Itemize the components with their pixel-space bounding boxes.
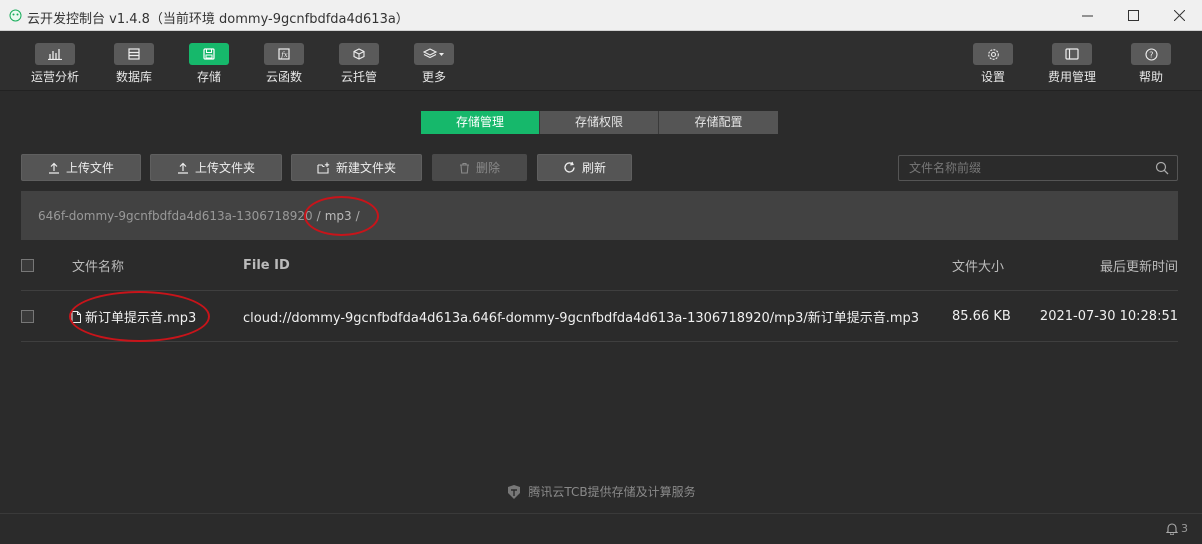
toolbar-item-analytics[interactable]: 运营分析 <box>20 43 90 85</box>
notification-indicator[interactable]: 3 <box>1166 522 1188 535</box>
file-name-cell[interactable]: 新订单提示音.mp3 <box>71 292 196 341</box>
function-icon: fx <box>278 48 290 60</box>
close-icon <box>1173 9 1185 21</box>
title-bar: 云开发控制台 v1.4.8（当前环境 dommy-9gcnfbdfda4d613… <box>0 0 1202 31</box>
new-folder-label: 新建文件夹 <box>335 161 396 175</box>
breadcrumb-root[interactable]: 646f-dommy-9gcnfbdfda4d613a-1306718920 <box>38 209 313 223</box>
help-icon: ? <box>1144 47 1158 61</box>
search-input[interactable] <box>909 161 1149 175</box>
window-title: 云开发控制台 v1.4.8（当前环境 dommy-9gcnfbdfda4d613… <box>27 12 409 27</box>
main-toolbar: 运营分析 数据库 存储 fx 云函数 云托管 更多 设置 费用管理 ? 帮助 <box>0 31 1202 91</box>
toolbar-item-label: 数据库 <box>115 70 152 84</box>
upload-folder-label: 上传文件夹 <box>194 161 255 175</box>
upload-icon <box>48 162 59 174</box>
file-updated: 2021-07-30 10:28:51 <box>1039 309 1178 324</box>
minimize-icon <box>1081 15 1093 16</box>
delete-button[interactable]: 删除 <box>432 154 527 181</box>
toolbar-item-more[interactable]: 更多 <box>399 43 469 85</box>
toolbar-item-functions[interactable]: fx 云函数 <box>249 43 319 85</box>
minimize-button[interactable] <box>1064 0 1110 30</box>
bell-icon <box>1166 523 1178 535</box>
toolbar-item-label: 云托管 <box>340 70 377 84</box>
header-file-size[interactable]: 文件大小 <box>952 241 1004 290</box>
billing-icon <box>1065 48 1079 60</box>
toolbar-item-label: 费用管理 <box>1047 70 1096 84</box>
header-file-name[interactable]: 文件名称 <box>72 241 124 290</box>
toolbar-item-database[interactable]: 数据库 <box>99 43 169 85</box>
tcb-logo-icon <box>508 484 521 499</box>
tab-storage-config[interactable]: 存储配置 <box>659 111 778 134</box>
new-folder-button[interactable]: 新建文件夹 <box>291 154 422 181</box>
upload-folder-button[interactable]: 上传文件夹 <box>150 154 282 181</box>
notification-count: 3 <box>1181 522 1188 535</box>
footer-text: 腾讯云TCB提供存储及计算服务 <box>528 485 696 499</box>
search-box <box>898 155 1178 181</box>
select-all-checkbox[interactable] <box>21 259 34 272</box>
storage-tabs: 存储管理 存储权限 存储配置 <box>421 111 778 134</box>
toolbar-item-label: 更多 <box>421 70 446 84</box>
upload-icon <box>177 162 188 174</box>
file-icon <box>71 310 81 323</box>
file-size: 85.66 KB <box>952 309 1011 324</box>
table-row[interactable]: 新订单提示音.mp3 cloud://dommy-9gcnfbdfda4d613… <box>21 292 1178 342</box>
refresh-label: 刷新 <box>581 161 606 175</box>
row-checkbox[interactable] <box>21 310 34 323</box>
trash-icon <box>459 162 469 174</box>
maximize-icon <box>1127 9 1139 21</box>
toolbar-item-label: 设置 <box>980 70 1005 84</box>
refresh-icon <box>564 161 575 173</box>
gear-icon <box>987 48 999 60</box>
breadcrumb-separator: / <box>316 208 321 223</box>
layers-icon <box>423 48 444 59</box>
database-icon <box>128 48 140 60</box>
bar-chart-icon <box>48 49 62 60</box>
upload-file-button[interactable]: 上传文件 <box>21 154 141 181</box>
toolbar-item-label: 存储 <box>196 70 221 84</box>
delete-label: 删除 <box>475 161 500 175</box>
maximize-button[interactable] <box>1110 0 1156 30</box>
toolbar-item-label: 运营分析 <box>30 70 79 84</box>
new-folder-icon <box>317 162 330 174</box>
file-name: 新订单提示音.mp3 <box>85 311 197 326</box>
upload-file-label: 上传文件 <box>65 161 114 175</box>
cube-icon <box>353 48 365 60</box>
close-button[interactable] <box>1156 0 1202 30</box>
save-icon <box>203 48 215 60</box>
footer-note: 腾讯云TCB提供存储及计算服务 <box>0 483 1202 500</box>
breadcrumb-current[interactable]: mp3 <box>325 209 352 223</box>
header-last-updated[interactable]: 最后更新时间 <box>1100 241 1178 290</box>
header-file-id: File ID <box>243 258 290 273</box>
toolbar-item-storage[interactable]: 存储 <box>174 43 244 85</box>
toolbar-item-cloudbase-run[interactable]: 云托管 <box>324 43 394 85</box>
breadcrumb: 646f-dommy-9gcnfbdfda4d613a-1306718920 /… <box>21 191 1178 240</box>
toolbar-item-help[interactable]: ? 帮助 <box>1116 43 1186 85</box>
breadcrumb-separator: / <box>355 208 360 223</box>
search-icon[interactable] <box>1155 161 1169 175</box>
table-header: 文件名称 File ID 文件大小 最后更新时间 <box>21 241 1178 291</box>
file-id: cloud://dommy-9gcnfbdfda4d613a.646f-domm… <box>243 311 920 326</box>
toolbar-item-label: 帮助 <box>1138 70 1163 84</box>
status-bar: 3 <box>0 513 1202 544</box>
tab-storage-permissions[interactable]: 存储权限 <box>540 111 659 134</box>
svg-text:fx: fx <box>280 51 288 59</box>
refresh-button[interactable]: 刷新 <box>537 154 632 181</box>
app-logo-icon <box>9 9 22 22</box>
svg-text:?: ? <box>1149 50 1153 59</box>
tab-storage-management[interactable]: 存储管理 <box>421 111 540 134</box>
toolbar-item-settings[interactable]: 设置 <box>958 43 1028 85</box>
toolbar-item-label: 云函数 <box>265 70 302 84</box>
toolbar-item-billing[interactable]: 费用管理 <box>1037 43 1107 85</box>
